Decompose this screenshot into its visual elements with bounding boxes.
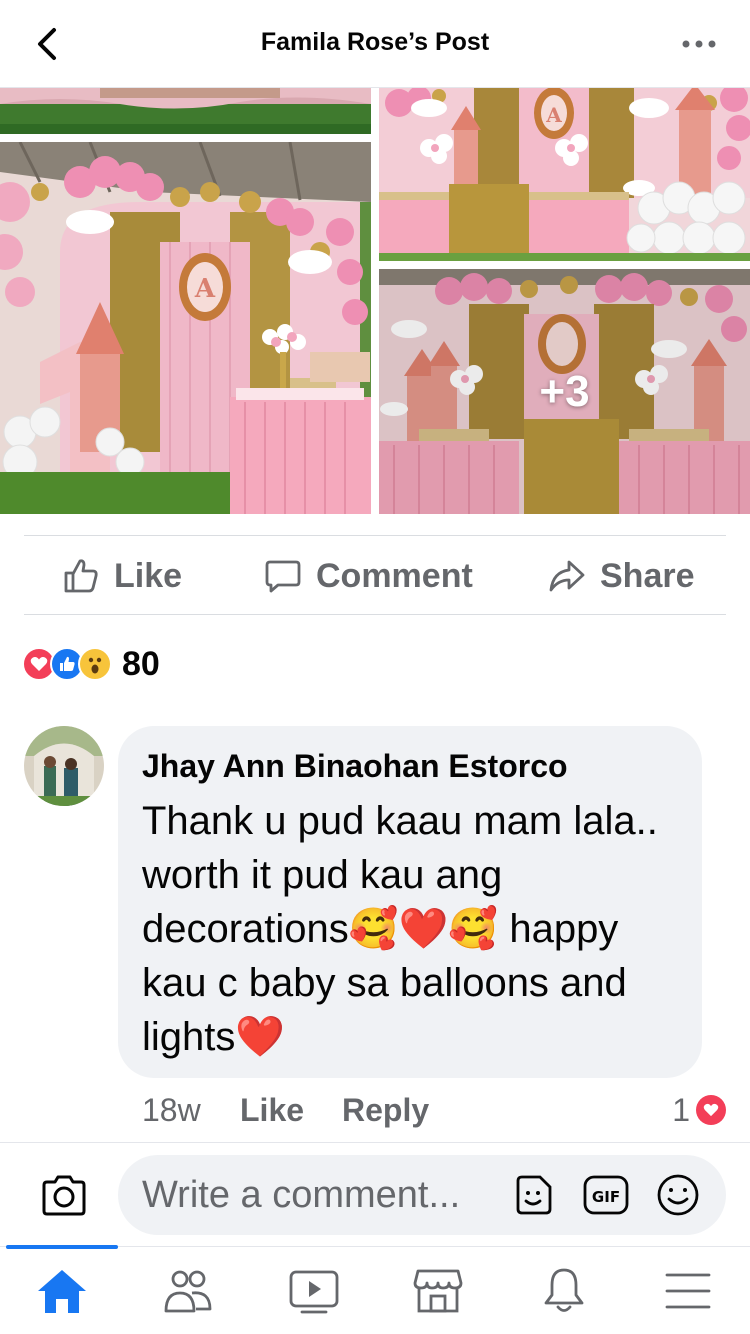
comment-input[interactable]	[142, 1155, 512, 1235]
more-photos-count: +3	[379, 269, 750, 514]
comment-reaction-count: 1	[672, 1091, 690, 1128]
nav-home[interactable]	[34, 1263, 90, 1319]
comment-input-wrapper: GIF	[118, 1155, 726, 1235]
comment-bubble-icon	[265, 560, 301, 593]
nav-friends[interactable]	[160, 1263, 216, 1319]
avatar[interactable]	[24, 726, 104, 806]
post-photo[interactable]: A	[0, 142, 371, 514]
nav-notifications[interactable]	[536, 1263, 592, 1319]
avatar-sticker-icon	[516, 1175, 552, 1215]
bottom-nav	[0, 1245, 750, 1334]
like-label: Like	[114, 556, 183, 595]
reactions-summary[interactable]: 80	[22, 642, 160, 686]
share-arrow-icon	[549, 560, 585, 592]
post-photo[interactable]	[0, 88, 371, 134]
camera-button[interactable]	[40, 1173, 88, 1217]
comment-author[interactable]: Jhay Ann Binaohan Estorco	[142, 746, 678, 786]
more-dots-icon	[682, 40, 716, 48]
comment-timestamp: 18w	[142, 1091, 201, 1128]
page-title: Famila Rose’s Post	[260, 28, 490, 56]
comment-text: Thank u pud kaau mam lala.. worth it pud…	[142, 799, 658, 1059]
active-tab-indicator	[6, 1245, 118, 1249]
comment-reply-button[interactable]: Reply	[342, 1090, 429, 1130]
wow-reaction-icon	[78, 647, 112, 681]
svg-text:GIF: GIF	[592, 1188, 620, 1206]
comment-reaction-summary[interactable]: 1	[672, 1090, 726, 1130]
nav-marketplace[interactable]	[410, 1263, 466, 1319]
comment-composer: GIF	[0, 1142, 750, 1246]
gif-icon: GIF	[583, 1175, 629, 1215]
thumbs-up-icon	[64, 559, 98, 593]
more-options-button[interactable]	[680, 30, 720, 58]
post-actions-bar: Like Comment Share	[24, 535, 726, 615]
post-photo-more[interactable]: +3	[379, 269, 750, 514]
notifications-icon	[544, 1268, 584, 1312]
marketplace-icon	[413, 1269, 463, 1313]
comment-button[interactable]: Comment	[264, 536, 473, 616]
comment-bubble: Jhay Ann Binaohan Estorco Thank u pud ka…	[118, 726, 702, 1078]
nav-watch[interactable]	[286, 1263, 342, 1319]
camera-icon	[42, 1175, 86, 1216]
friends-icon	[164, 1270, 212, 1313]
post-header: Famila Rose’s Post	[0, 0, 750, 88]
watch-icon	[289, 1270, 339, 1314]
reactions-count: 80	[122, 644, 160, 683]
love-reaction-icon	[696, 1095, 726, 1125]
like-button[interactable]: Like	[62, 536, 182, 616]
comment-label: Comment	[316, 556, 473, 595]
gif-button[interactable]: GIF	[582, 1171, 630, 1219]
svg-text:A: A	[194, 274, 216, 304]
post-photo[interactable]: A	[379, 88, 750, 261]
home-icon	[38, 1270, 86, 1313]
photo-grid: A A +3	[0, 88, 750, 514]
menu-icon	[665, 1273, 711, 1309]
share-label: Share	[600, 556, 695, 595]
comment-like-button[interactable]: Like	[240, 1090, 304, 1130]
nav-menu[interactable]	[660, 1263, 716, 1319]
smiley-icon	[657, 1174, 699, 1216]
share-button[interactable]: Share	[548, 536, 695, 616]
svg-text:A: A	[545, 103, 562, 127]
emoji-button[interactable]	[654, 1171, 702, 1219]
avatar-sticker-button[interactable]	[510, 1171, 558, 1219]
